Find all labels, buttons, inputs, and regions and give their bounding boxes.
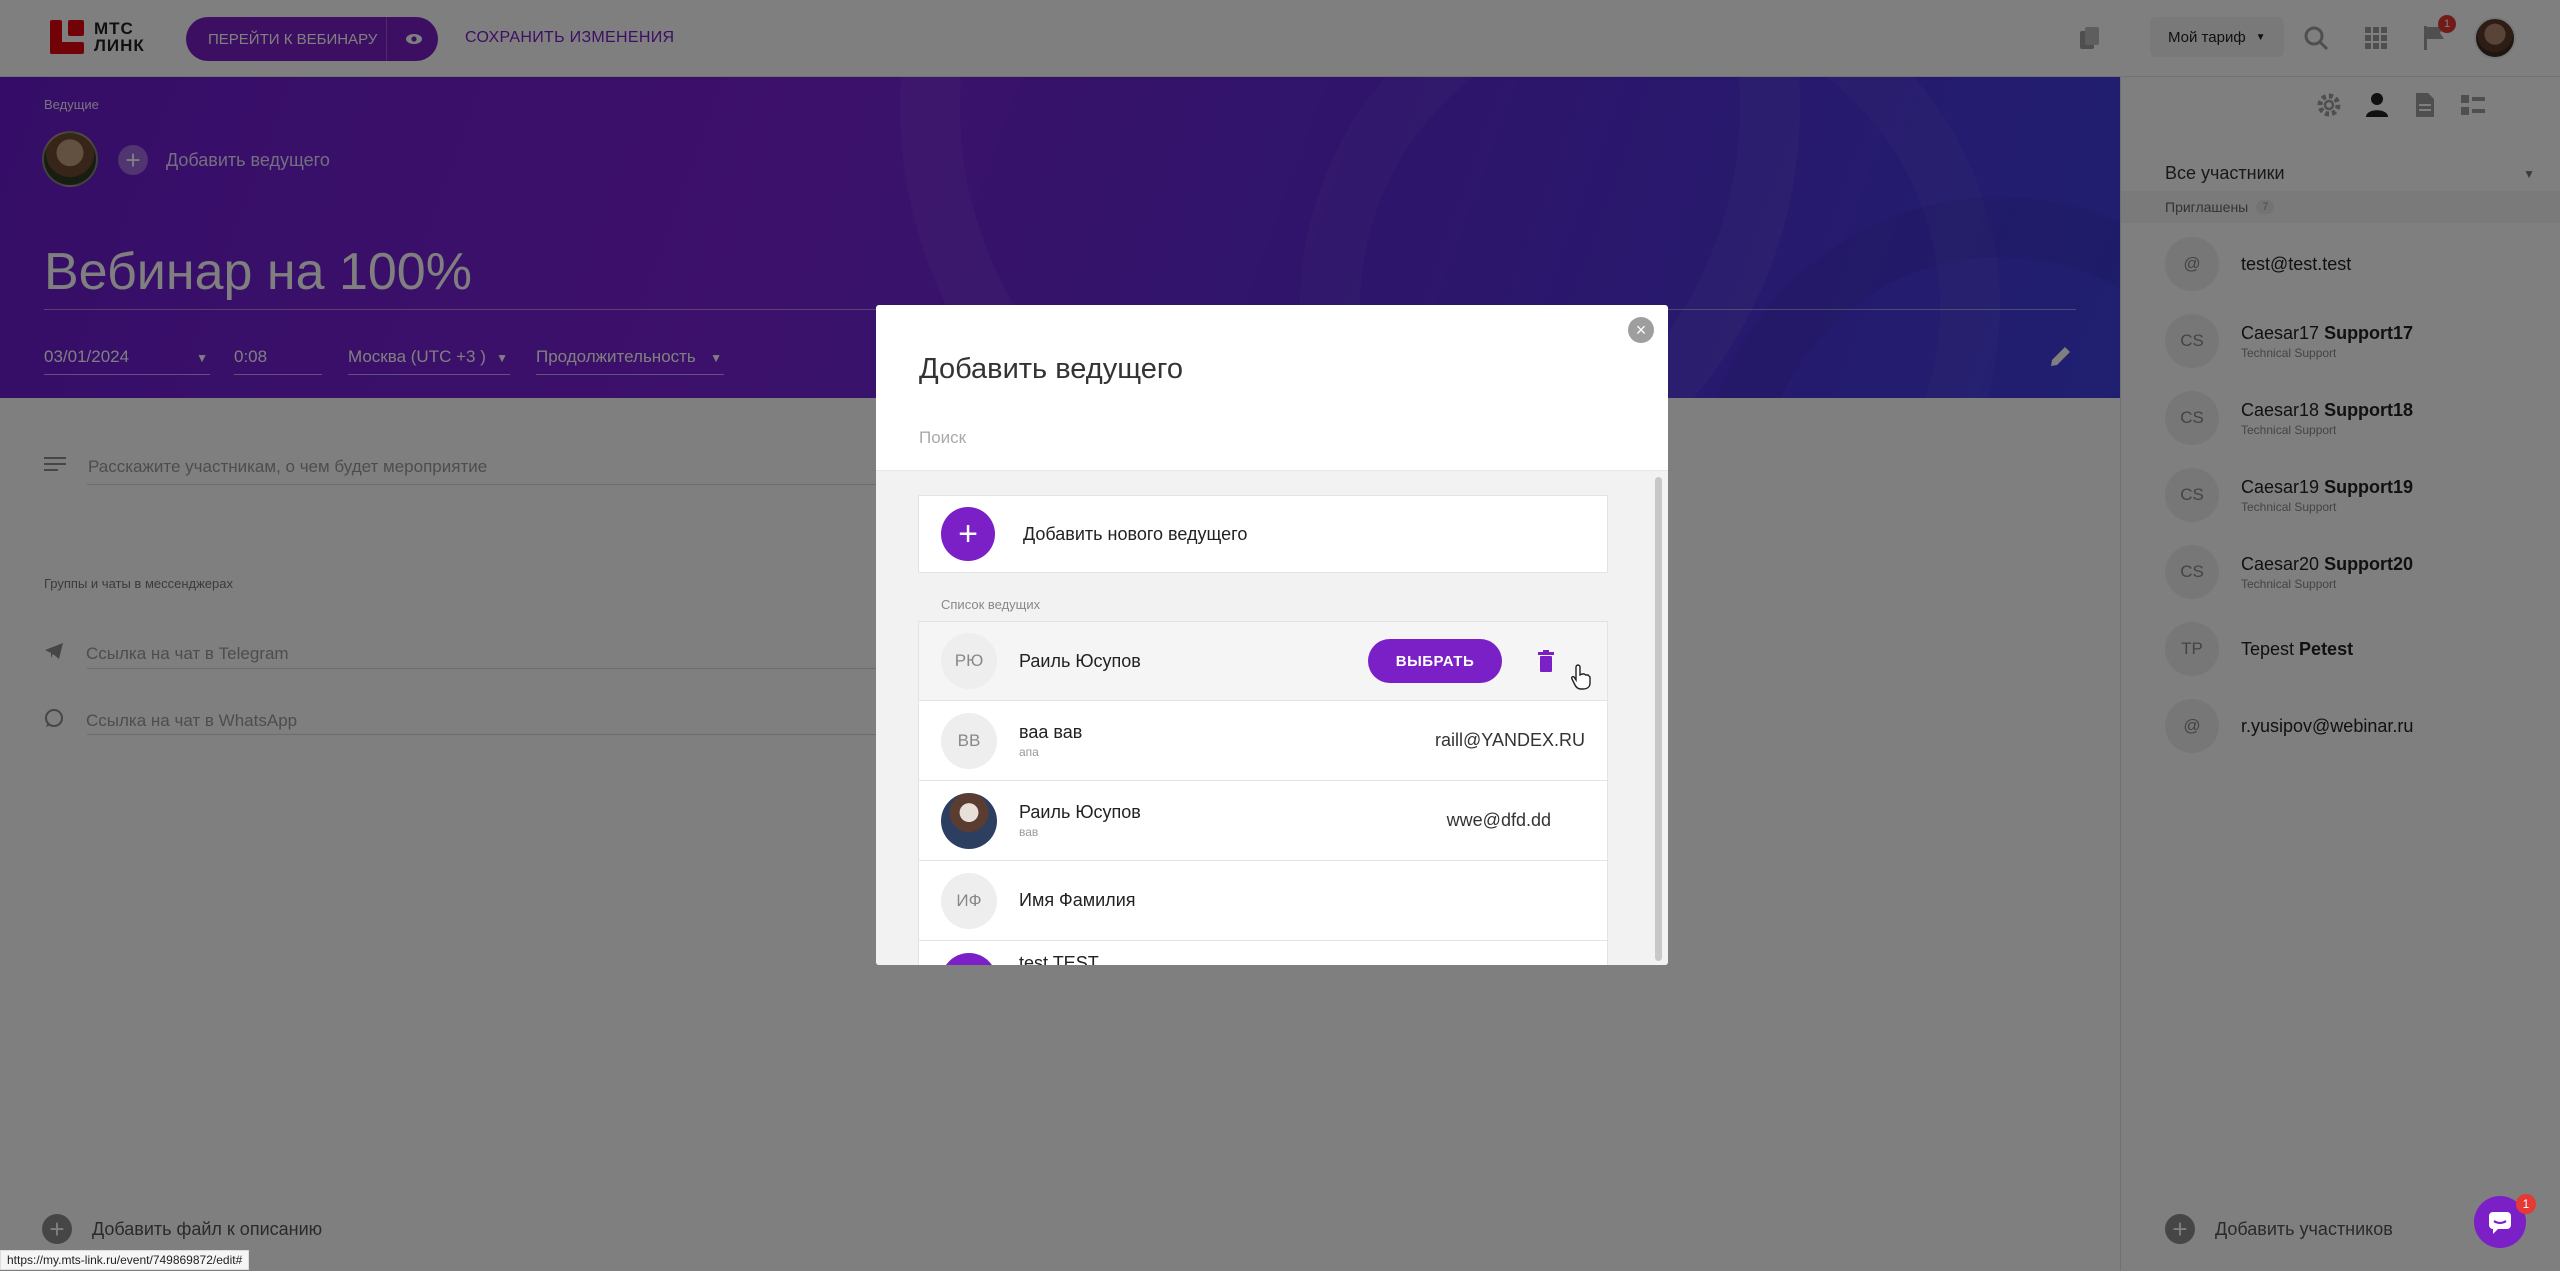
host-avatar: РЮ xyxy=(941,633,997,689)
modal-body: + Добавить нового ведущего Список ведущи… xyxy=(876,471,1668,965)
host-name: ваа вав xyxy=(1019,722,1083,742)
trash-icon[interactable] xyxy=(1538,650,1554,672)
host-name: Раиль Юсупов xyxy=(1019,802,1141,822)
choose-button[interactable]: ВЫБРАТЬ xyxy=(1368,639,1502,683)
close-icon[interactable]: × xyxy=(1628,317,1654,343)
scrollbar[interactable] xyxy=(1655,477,1662,961)
modal-title: Добавить ведущего xyxy=(919,353,1183,385)
plus-icon: + xyxy=(941,507,995,561)
host-name: test TEST xyxy=(1019,953,1099,965)
add-new-host-button[interactable]: + Добавить нового ведущего xyxy=(918,495,1608,573)
chat-badge: 1 xyxy=(2516,1194,2536,1214)
host-avatar xyxy=(941,792,997,849)
search-input[interactable]: Поиск xyxy=(919,428,966,448)
host-row[interactable]: РЮ Раиль Юсупов ВЫБРАТЬ xyxy=(918,621,1608,701)
add-new-host-label: Добавить нового ведущего xyxy=(1023,523,1248,544)
pointer-cursor-icon xyxy=(1571,664,1593,690)
host-avatar: ИФ xyxy=(941,872,997,929)
hosts-list-label: Список ведущих xyxy=(941,597,1041,612)
host-subtitle: апа xyxy=(1019,745,1039,759)
status-url-tooltip: https://my.mts-link.ru/event/749869872/e… xyxy=(0,1250,250,1270)
host-row[interactable]: Раиль Юсупов вав wwe@dfd.dd xyxy=(918,781,1608,861)
add-host-modal: × Добавить ведущего Поиск + Добавить нов… xyxy=(876,305,1668,965)
host-row[interactable]: test TEST xyxy=(918,941,1608,965)
host-row[interactable]: ИФ Имя Фамилия xyxy=(918,861,1608,941)
host-row[interactable]: ВВ ваа вав апа raill@YANDEX.RU xyxy=(918,701,1608,781)
host-email: wwe@dfd.dd xyxy=(1446,810,1551,830)
chat-icon xyxy=(2489,1212,2511,1234)
host-avatar xyxy=(941,953,997,965)
host-avatar: ВВ xyxy=(941,712,997,769)
host-name: Раиль Юсупов xyxy=(1019,650,1141,671)
host-email: raill@YANDEX.RU xyxy=(1435,730,1585,750)
host-name: Имя Фамилия xyxy=(1019,890,1136,910)
host-subtitle: вав xyxy=(1019,825,1039,839)
